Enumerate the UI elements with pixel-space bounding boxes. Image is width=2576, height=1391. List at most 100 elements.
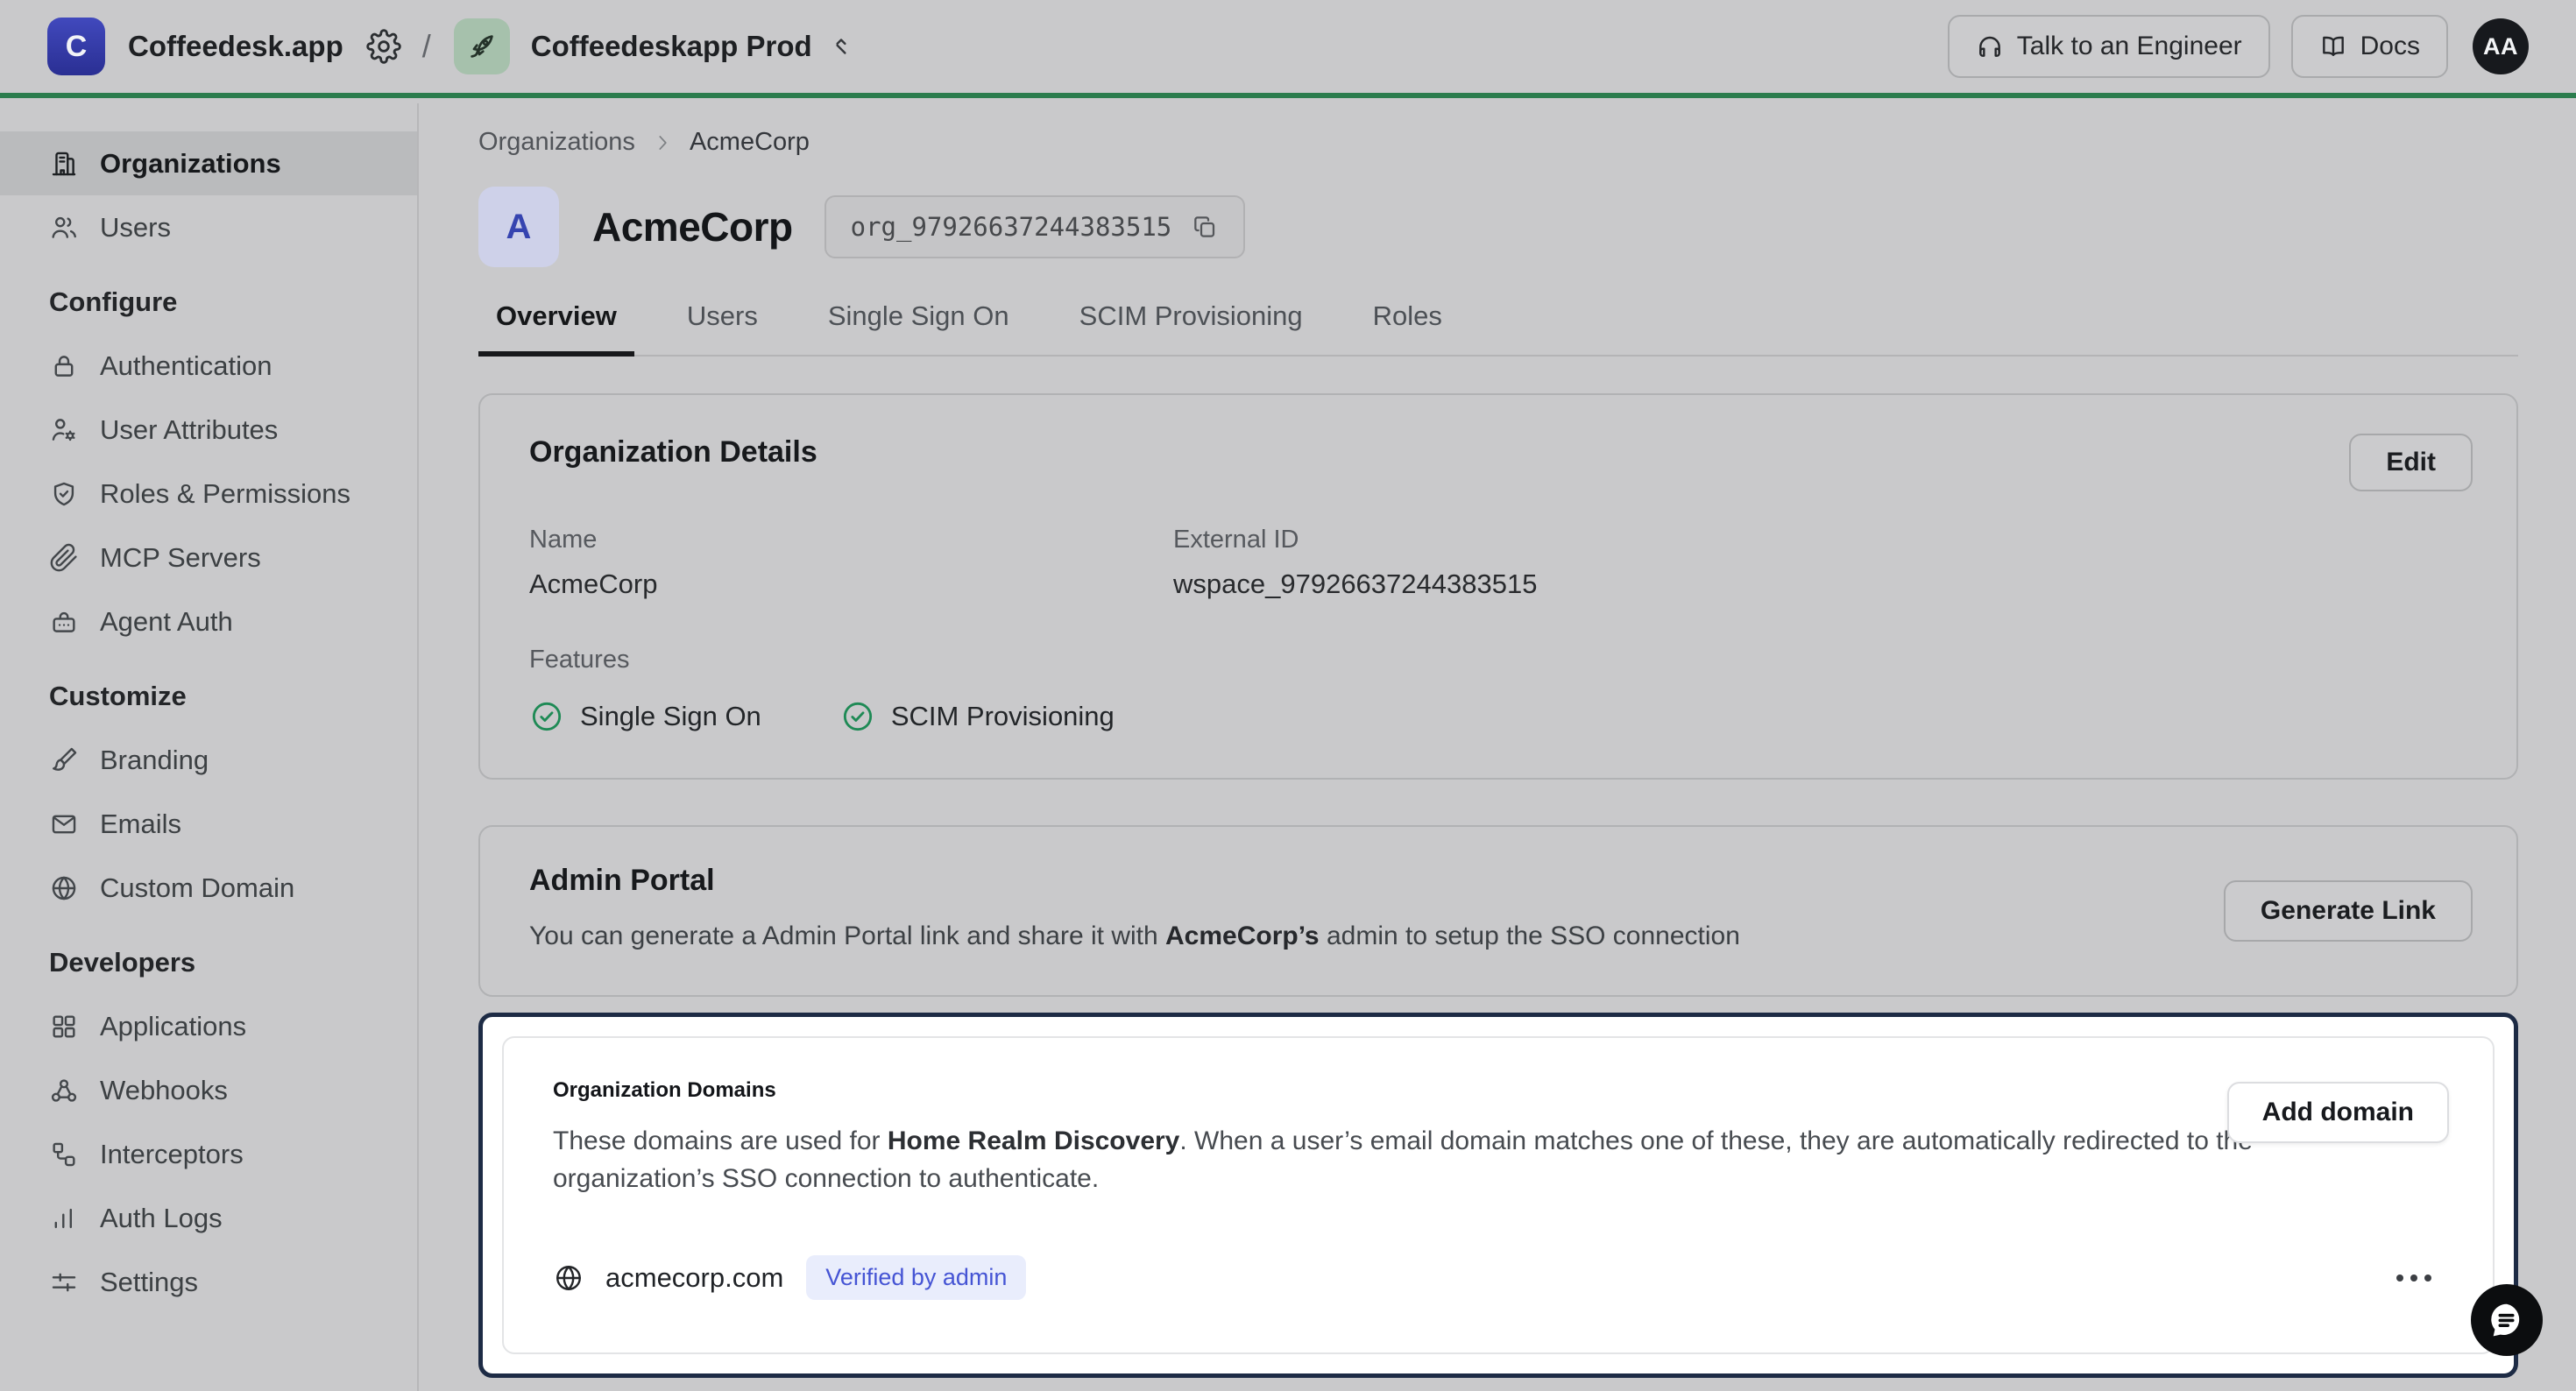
edit-button[interactable]: Edit <box>2349 434 2473 491</box>
globe-icon <box>553 1262 584 1294</box>
sidebar-item-auth-logs[interactable]: Auth Logs <box>0 1186 417 1250</box>
domain-row: acmecorp.com Verified by admin <box>553 1255 2449 1300</box>
breadcrumb-current: AcmeCorp <box>690 128 810 157</box>
lock-icon <box>49 351 79 381</box>
external-id-value: wspace_97926637244383515 <box>1173 568 2473 600</box>
highlight-outline: Organization Domains These domains are u… <box>478 1013 2518 1378</box>
sidebar-item-applications[interactable]: Applications <box>0 994 417 1058</box>
environment-badge[interactable] <box>454 18 510 74</box>
interceptor-icon <box>49 1140 79 1169</box>
description-bold: AcmeCorp’s <box>1165 921 1320 950</box>
talk-to-engineer-label: Talk to an Engineer <box>2017 32 2242 61</box>
sidebar-item-branding[interactable]: Branding <box>0 728 417 792</box>
org-id-pill: org_97926637244383515 <box>824 195 1246 258</box>
docs-label: Docs <box>2360 32 2420 61</box>
sidebar: Organizations Users Configure Authentica… <box>0 103 419 1391</box>
rocket-icon <box>465 30 499 63</box>
chevron-right-icon <box>651 131 674 154</box>
chat-widget-button[interactable] <box>2471 1284 2543 1356</box>
org-id-value: org_97926637244383515 <box>851 212 1172 242</box>
breadcrumb: Organizations AcmeCorp <box>478 128 2518 157</box>
feature-single-sign-on: Single Sign On <box>529 699 761 734</box>
user-initials: AA <box>2483 33 2518 60</box>
sidebar-item-authentication[interactable]: Authentication <box>0 334 417 398</box>
description-text: You can generate a Admin Portal link and… <box>529 921 1165 950</box>
description-text: These domains are used for <box>553 1126 888 1155</box>
sidebar-item-label: Users <box>100 212 171 244</box>
app-logo-letter: C <box>66 30 88 64</box>
chevrons-up-down-icon[interactable] <box>828 33 854 60</box>
features-block: Features Single Sign On SCIM Provisionin… <box>529 646 2473 734</box>
org-avatar: A <box>478 187 559 267</box>
sidebar-item-label: Settings <box>100 1267 198 1298</box>
description-bold: Home Realm Discovery <box>888 1126 1180 1155</box>
card-title: Organization Details <box>529 435 2473 470</box>
sidebar-item-label: Authentication <box>100 350 272 382</box>
organization-domains-card: Organization Domains These domains are u… <box>502 1036 2495 1354</box>
card-title: Organization Domains <box>553 1078 2449 1103</box>
sidebar-item-interceptors[interactable]: Interceptors <box>0 1122 417 1186</box>
check-circle-icon <box>529 699 564 734</box>
tab-single-sign-on[interactable]: Single Sign On <box>810 300 1027 355</box>
sidebar-item-settings[interactable]: Settings <box>0 1250 417 1314</box>
sidebar-item-label: Custom Domain <box>100 872 294 904</box>
sidebar-item-custom-domain[interactable]: Custom Domain <box>0 856 417 920</box>
breadcrumb-organizations[interactable]: Organizations <box>478 128 635 157</box>
tab-roles[interactable]: Roles <box>1355 300 1460 355</box>
check-circle-icon <box>840 699 875 734</box>
tab-scim-provisioning[interactable]: SCIM Provisioning <box>1062 300 1320 355</box>
main-content: Organizations AcmeCorp A AcmeCorp org_97… <box>421 103 2576 1391</box>
sidebar-item-label: Agent Auth <box>100 606 233 638</box>
sidebar-item-agent-auth[interactable]: Agent Auth <box>0 590 417 653</box>
name-value: AcmeCorp <box>529 568 1173 600</box>
gear-icon[interactable] <box>366 29 401 64</box>
sidebar-section-configure: Configure <box>0 270 417 334</box>
org-header: A AcmeCorp org_97926637244383515 <box>478 187 2518 267</box>
sidebar-item-mcp-servers[interactable]: MCP Servers <box>0 526 417 590</box>
chat-bubble-icon <box>2487 1300 2527 1340</box>
sidebar-item-roles-permissions[interactable]: Roles & Permissions <box>0 462 417 526</box>
sidebar-item-label: User Attributes <box>100 414 278 446</box>
more-horizontal-icon[interactable] <box>2388 1266 2440 1290</box>
details-grid: Name AcmeCorp External ID wspace_9792663… <box>529 526 2473 600</box>
add-domain-button[interactable]: Add domain <box>2227 1082 2449 1143</box>
sidebar-item-emails[interactable]: Emails <box>0 792 417 856</box>
tab-overview[interactable]: Overview <box>478 300 634 355</box>
mcp-icon <box>49 543 79 573</box>
webhook-icon <box>49 1076 79 1105</box>
admin-portal-card: Admin Portal You can generate a Admin Po… <box>478 825 2518 997</box>
sidebar-item-webhooks[interactable]: Webhooks <box>0 1058 417 1122</box>
card-title: Admin Portal <box>529 864 2473 898</box>
sliders-icon <box>49 1267 79 1297</box>
feature-scim-provisioning: SCIM Provisioning <box>840 699 1115 734</box>
docs-button[interactable]: Docs <box>2291 15 2448 78</box>
user-avatar[interactable]: AA <box>2473 18 2529 74</box>
talk-to-engineer-button[interactable]: Talk to an Engineer <box>1948 15 2270 78</box>
sidebar-item-users[interactable]: Users <box>0 195 417 259</box>
sidebar-item-label: MCP Servers <box>100 542 261 574</box>
external-id-label: External ID <box>1173 526 2473 554</box>
sidebar-item-label: Interceptors <box>100 1139 244 1170</box>
app-logo[interactable]: C <box>47 18 105 75</box>
organization-details-card: Organization Details Edit Name AcmeCorp … <box>478 393 2518 780</box>
top-bar: C Coffeedesk.app / Coffeedeskapp Prod Ta… <box>0 0 2576 98</box>
generate-link-button[interactable]: Generate Link <box>2224 880 2473 942</box>
sidebar-item-label: Applications <box>100 1011 246 1042</box>
book-icon <box>2319 32 2347 60</box>
headphones-icon <box>1976 32 2004 60</box>
external-id-field: External ID wspace_97926637244383515 <box>1173 526 2473 600</box>
sidebar-item-label: Branding <box>100 745 209 776</box>
breadcrumb-slash: / <box>422 28 431 65</box>
feature-label: SCIM Provisioning <box>891 701 1115 732</box>
verified-badge: Verified by admin <box>806 1255 1026 1300</box>
tab-users[interactable]: Users <box>669 300 775 355</box>
sidebar-item-user-attributes[interactable]: User Attributes <box>0 398 417 462</box>
user-gear-icon <box>49 415 79 445</box>
copy-icon[interactable] <box>1191 213 1219 241</box>
environment-selector[interactable]: Coffeedeskapp Prod <box>531 30 812 63</box>
building-icon <box>49 149 79 179</box>
sidebar-item-organizations[interactable]: Organizations <box>0 131 417 195</box>
users-icon <box>49 213 79 243</box>
globe-icon <box>49 873 79 903</box>
sidebar-item-label: Emails <box>100 808 181 840</box>
